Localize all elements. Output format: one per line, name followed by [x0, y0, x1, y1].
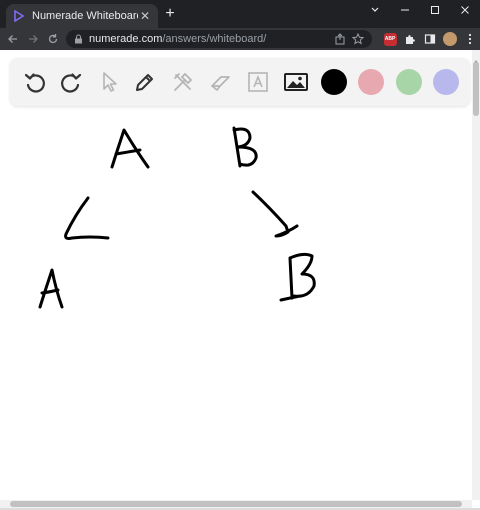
stroke-letter-b-bottom	[279, 252, 316, 302]
forward-icon[interactable]	[23, 29, 43, 49]
browser-tab[interactable]: Numerade Whiteboard ✕	[6, 4, 158, 28]
redo-icon[interactable]	[58, 69, 84, 95]
share-icon[interactable]	[334, 33, 346, 45]
stroke-letter-a-top-bar	[114, 148, 142, 156]
whiteboard-canvas[interactable]	[0, 50, 472, 500]
back-icon[interactable]	[3, 29, 23, 49]
reload-icon[interactable]	[43, 29, 63, 49]
extensions-puzzle-icon[interactable]	[400, 29, 420, 49]
tab-close-icon[interactable]: ✕	[138, 9, 152, 23]
whiteboard-page	[0, 50, 472, 500]
browser-menu-icon[interactable]	[460, 29, 480, 49]
whiteboard-toolbar	[10, 58, 470, 106]
stroke-letter-a-top	[110, 128, 150, 169]
pointer-icon[interactable]	[96, 69, 122, 95]
url-host: numerade.com	[89, 33, 163, 45]
address-bar[interactable]: numerade.com/answers/whiteboard/	[66, 30, 372, 48]
pen-icon[interactable]	[132, 69, 158, 95]
browser-toolbar: numerade.com/answers/whiteboard/ ABP	[0, 28, 480, 50]
stroke-letter-a-bottom	[38, 268, 64, 309]
stroke-angle-symbol	[64, 196, 110, 240]
side-panel-icon[interactable]	[420, 29, 440, 49]
color-swatch-pink[interactable]	[358, 69, 384, 95]
maximize-icon[interactable]	[420, 0, 450, 20]
window-controls	[360, 0, 480, 20]
close-window-icon[interactable]	[450, 0, 480, 20]
numerade-favicon-icon	[12, 9, 26, 23]
tools-icon[interactable]	[170, 69, 196, 95]
horizontal-scrollbar-thumb[interactable]	[10, 501, 462, 507]
adblock-plus-icon[interactable]: ABP	[380, 29, 400, 49]
minimize-icon[interactable]	[390, 0, 420, 20]
scroll-up-icon[interactable]	[473, 52, 479, 64]
vertical-scrollbar-thumb[interactable]	[473, 62, 479, 116]
profile-avatar[interactable]	[440, 29, 460, 49]
vertical-scrollbar[interactable]	[472, 50, 480, 500]
color-swatch-purple[interactable]	[433, 69, 459, 95]
stroke-letter-b-top	[232, 126, 258, 168]
undo-icon[interactable]	[22, 69, 48, 95]
bookmark-star-icon[interactable]	[352, 33, 364, 45]
stroke-arrow	[251, 190, 299, 238]
extensions-area: ABP	[380, 28, 480, 50]
eraser-icon[interactable]	[208, 69, 234, 95]
browser-title-bar: Numerade Whiteboard ✕ +	[0, 0, 480, 28]
text-icon[interactable]	[245, 69, 271, 95]
tab-title: Numerade Whiteboard	[32, 10, 138, 22]
color-swatch-green[interactable]	[396, 69, 422, 95]
lock-icon	[74, 34, 83, 44]
color-swatch-black[interactable]	[321, 69, 347, 95]
image-icon[interactable]	[283, 69, 309, 95]
chevron-down-icon[interactable]	[360, 0, 390, 20]
new-tab-button[interactable]: +	[162, 6, 178, 22]
url-path: /answers/whiteboard/	[162, 33, 267, 45]
